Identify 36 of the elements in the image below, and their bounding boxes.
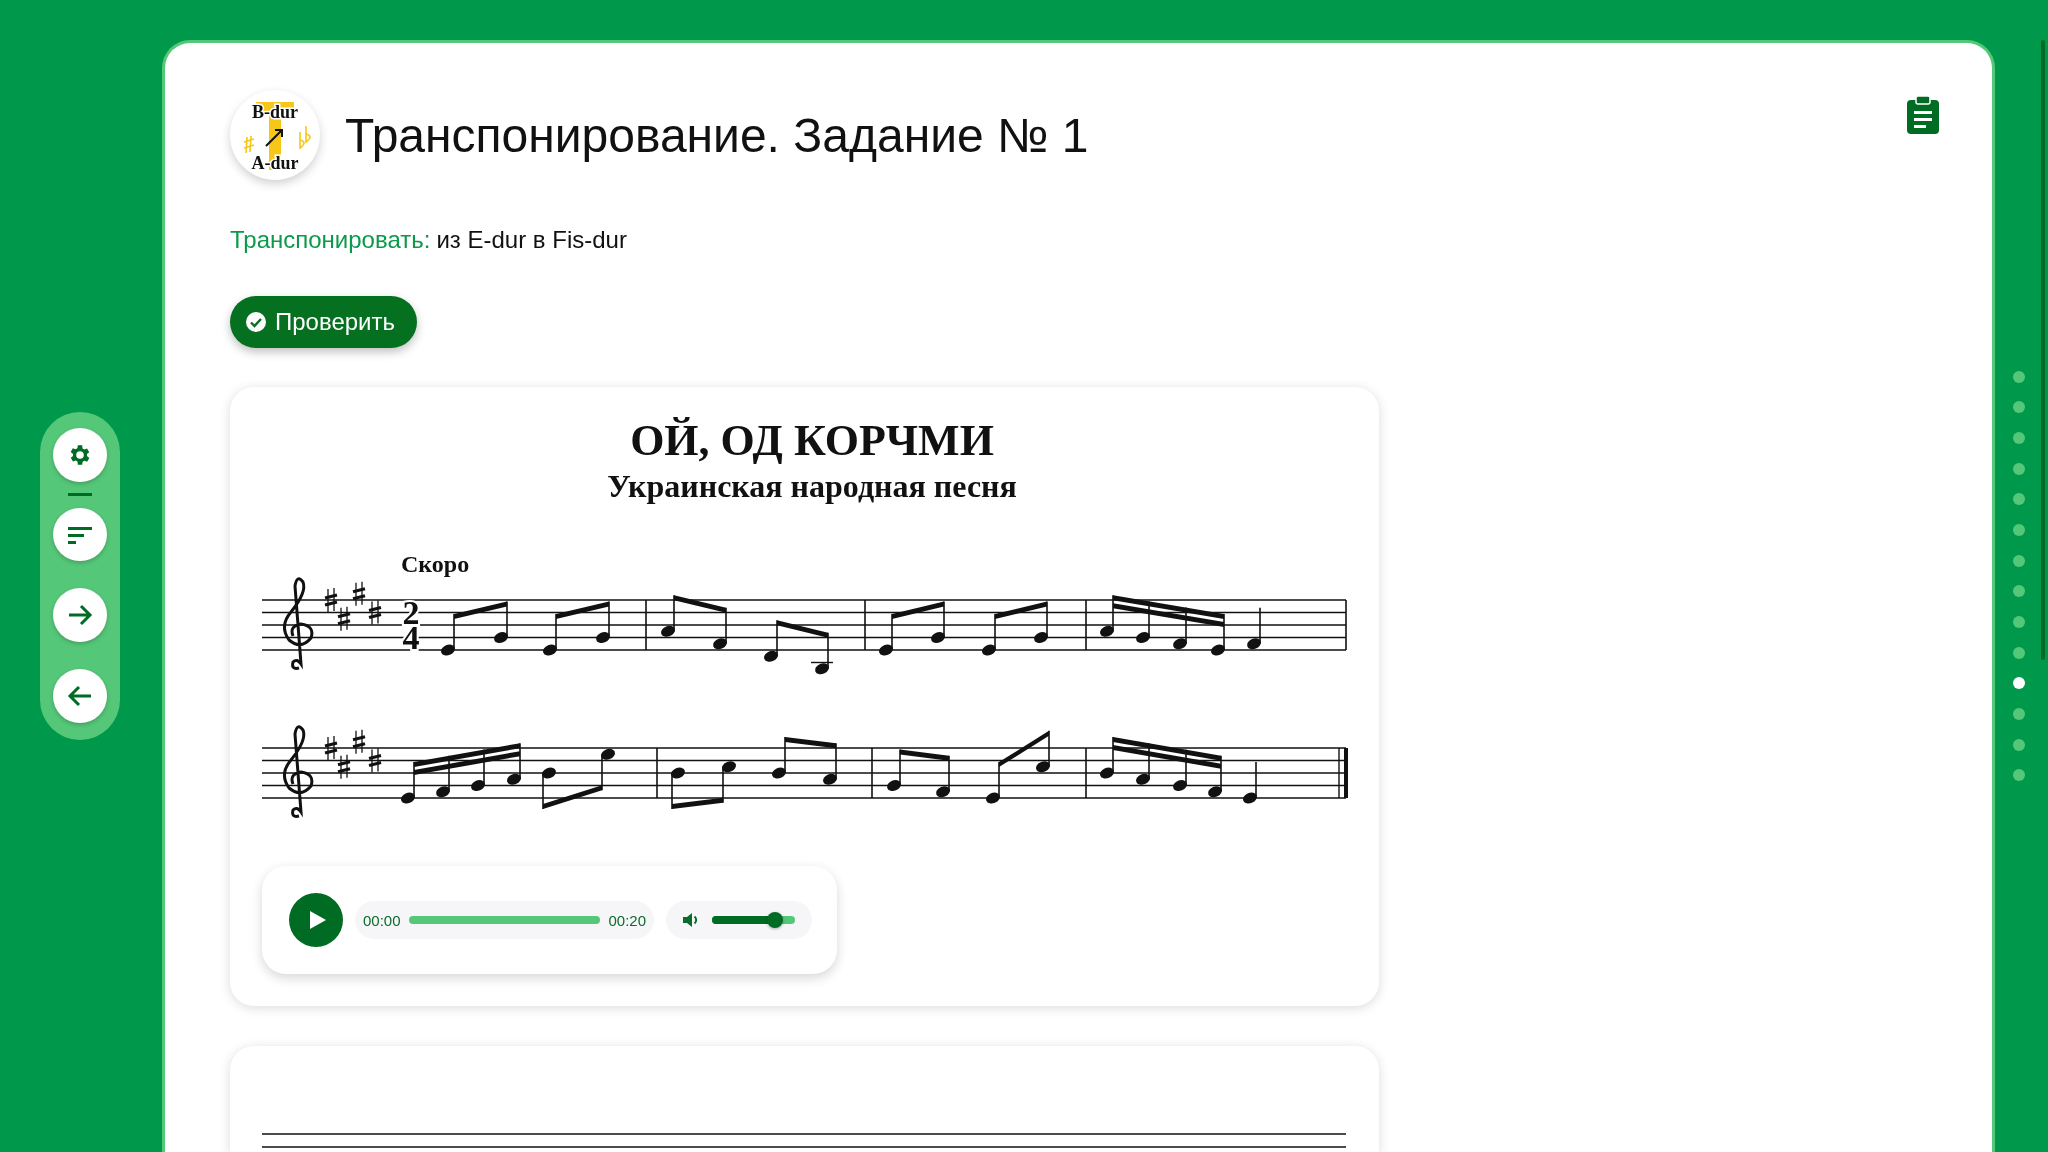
duration-time: 00:20 [608,911,646,929]
speaker-icon[interactable] [682,911,700,929]
play-button[interactable] [289,893,343,947]
list-button[interactable] [53,507,107,562]
check-button[interactable]: Проверить [230,296,418,348]
page-dot[interactable] [2013,431,2025,444]
settings-button[interactable] [53,428,107,482]
page-dot[interactable] [2013,738,2025,751]
back-button[interactable] [53,669,107,723]
page-dot[interactable] [2013,370,2025,383]
next-button[interactable] [53,588,107,643]
task-label: Транспонировать: [230,226,431,253]
page-title: Транспонирование. Задание № 1 [345,107,1089,163]
current-time: 00:00 [363,911,401,929]
progress-track[interactable] [408,916,601,924]
page-dot[interactable] [2013,585,2025,598]
tempo-marking: Скоро [401,551,470,577]
page-dot[interactable] [2013,616,2025,629]
page-dot[interactable] [2013,646,2025,659]
song-title: ОЙ, ОД КОРЧМИ [629,416,995,466]
page-dot[interactable] [2013,708,2025,721]
volume-thumb[interactable] [767,912,784,928]
page-dot[interactable] [2013,523,2025,536]
task-value: из E-dur в Fis-dur [436,226,627,253]
clipboard-icon[interactable] [1906,95,1940,135]
scrollbar[interactable] [2041,40,2045,660]
play-icon [309,910,327,930]
sort-lines-icon [67,524,93,545]
page-dot[interactable] [2013,769,2025,782]
page-dot[interactable] [2013,493,2025,506]
page-dot[interactable] [2013,401,2025,414]
page-dot[interactable] [2013,554,2025,567]
page-dot[interactable] [2013,677,2025,690]
page-dot[interactable] [2013,462,2025,475]
song-subtitle: Украинская народная песня [606,467,1018,506]
check-circle-icon [245,311,267,333]
